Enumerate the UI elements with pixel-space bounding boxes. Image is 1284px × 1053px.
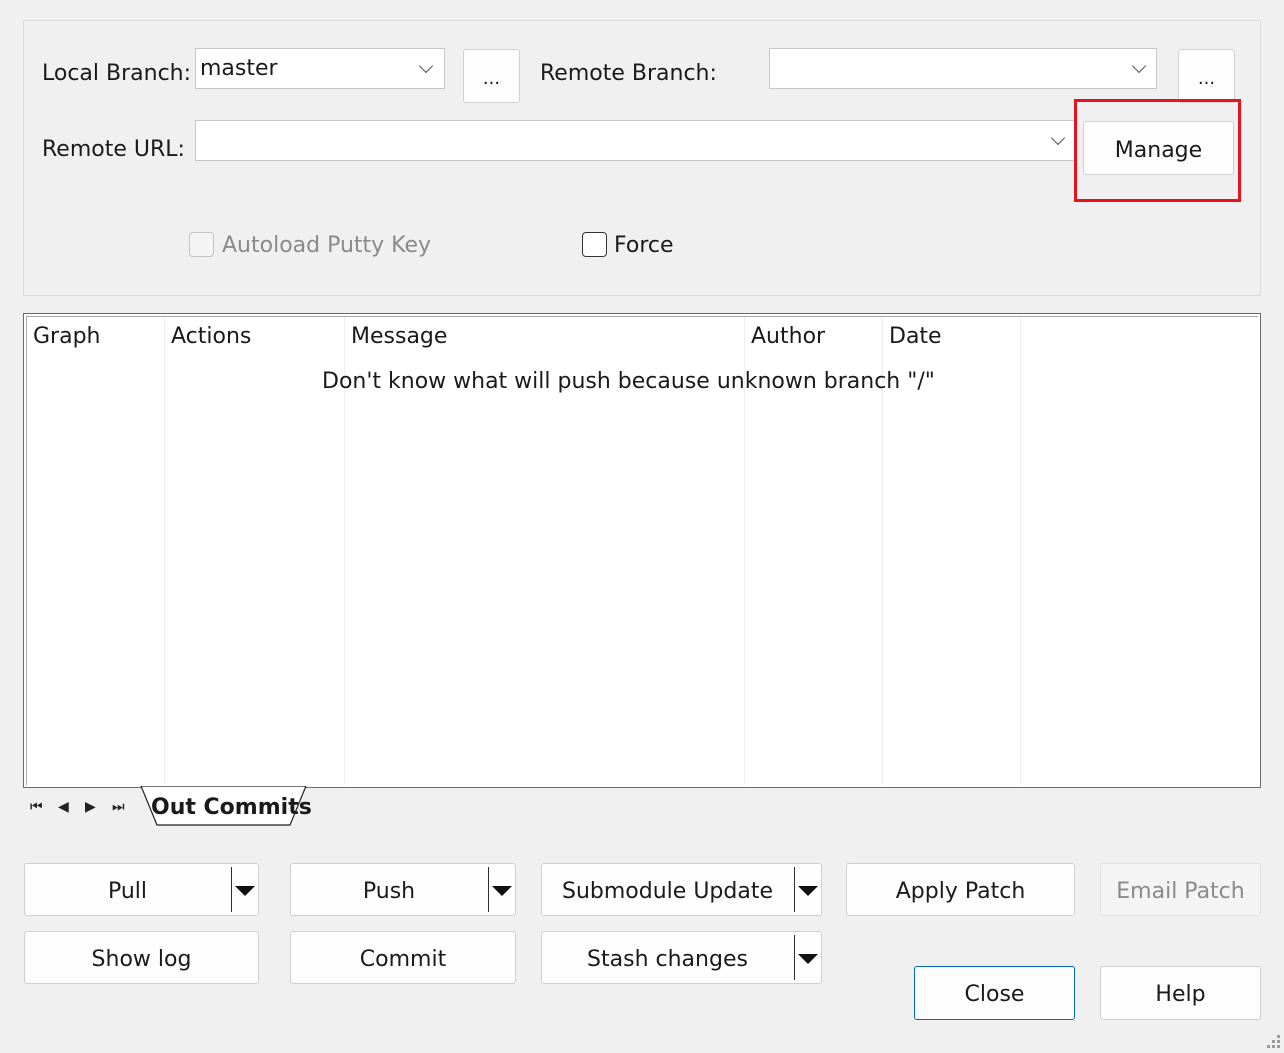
column-header-actions[interactable]: Actions [171, 326, 251, 348]
close-button-label: Close [964, 982, 1025, 1007]
chevron-down-icon [1131, 58, 1147, 74]
column-separator [164, 317, 165, 785]
resize-grip-icon[interactable] [1266, 1035, 1280, 1049]
dropdown-arrow-icon[interactable] [492, 886, 512, 896]
out-commits-grid[interactable]: Graph Actions Message Author Date Don't … [23, 313, 1261, 788]
submodule-update-button-label: Submodule Update [562, 879, 773, 904]
split-divider [488, 867, 489, 912]
dropdown-arrow-icon[interactable] [798, 954, 818, 964]
last-tab-icon[interactable]: ⏭ [112, 800, 125, 814]
close-button[interactable]: Close [914, 966, 1075, 1020]
force-label: Force [614, 233, 674, 258]
split-divider [794, 867, 795, 912]
apply-patch-button[interactable]: Apply Patch [846, 863, 1075, 916]
column-header-date[interactable]: Date [889, 326, 942, 348]
commit-button[interactable]: Commit [290, 931, 516, 984]
apply-patch-button-label: Apply Patch [895, 879, 1026, 904]
submodule-update-button[interactable]: Submodule Update [541, 863, 822, 916]
split-divider [231, 867, 232, 912]
email-patch-button-label: Email Patch [1116, 879, 1245, 904]
empty-grid-message: Don't know what will push because unknow… [322, 369, 935, 394]
next-tab-icon[interactable]: ▶ [85, 800, 96, 814]
email-patch-button[interactable]: Email Patch [1100, 863, 1261, 916]
dropdown-arrow-icon[interactable] [798, 886, 818, 896]
column-header-graph[interactable]: Graph [33, 326, 100, 348]
chevron-down-icon [418, 58, 434, 74]
dropdown-arrow-icon[interactable] [235, 886, 255, 896]
help-button[interactable]: Help [1100, 966, 1261, 1020]
pull-button-label: Pull [107, 879, 148, 904]
stash-changes-button[interactable]: Stash changes [541, 931, 822, 984]
push-button-label: Push [362, 879, 416, 904]
local-branch-browse-button[interactable]: ... [463, 49, 520, 103]
remote-branch-label: Remote Branch: [540, 61, 717, 86]
autoload-putty-key-label: Autoload Putty Key [222, 233, 432, 258]
show-log-button-label: Show log [91, 947, 192, 972]
show-log-button[interactable]: Show log [24, 931, 259, 984]
remote-branch-browse-button[interactable]: ... [1178, 49, 1235, 103]
pull-button[interactable]: Pull [24, 863, 259, 916]
remote-branch-combo[interactable] [769, 48, 1157, 89]
column-separator [1020, 317, 1021, 785]
column-header-author[interactable]: Author [751, 326, 825, 348]
chevron-down-icon [1050, 130, 1066, 146]
remote-url-label: Remote URL: [42, 137, 185, 162]
autoload-putty-key-checkbox[interactable] [189, 232, 214, 257]
grid-viewport: Graph Actions Message Author Date Don't … [26, 316, 1258, 785]
stash-changes-button-label: Stash changes [587, 947, 748, 972]
local-branch-combo[interactable]: master [195, 48, 445, 89]
local-branch-browse-label: ... [482, 68, 501, 89]
previous-tab-icon[interactable]: ◀ [58, 800, 69, 814]
split-divider [794, 935, 795, 980]
remote-branch-browse-label: ... [1197, 68, 1216, 89]
tab-navigation: ⏮ ◀ ▶ ⏭ [26, 798, 136, 818]
tab-out-commits[interactable]: Out Commits [151, 797, 312, 819]
column-header-message[interactable]: Message [351, 326, 447, 348]
local-branch-label: Local Branch: [42, 61, 192, 86]
help-button-label: Help [1155, 982, 1206, 1007]
local-branch-value: master [200, 56, 278, 81]
manage-highlight-box [1074, 99, 1241, 202]
first-tab-icon[interactable]: ⏮ [30, 800, 43, 814]
push-button[interactable]: Push [290, 863, 516, 916]
commit-button-label: Commit [359, 947, 447, 972]
force-checkbox[interactable] [582, 232, 607, 257]
remote-url-combo[interactable] [195, 120, 1075, 161]
